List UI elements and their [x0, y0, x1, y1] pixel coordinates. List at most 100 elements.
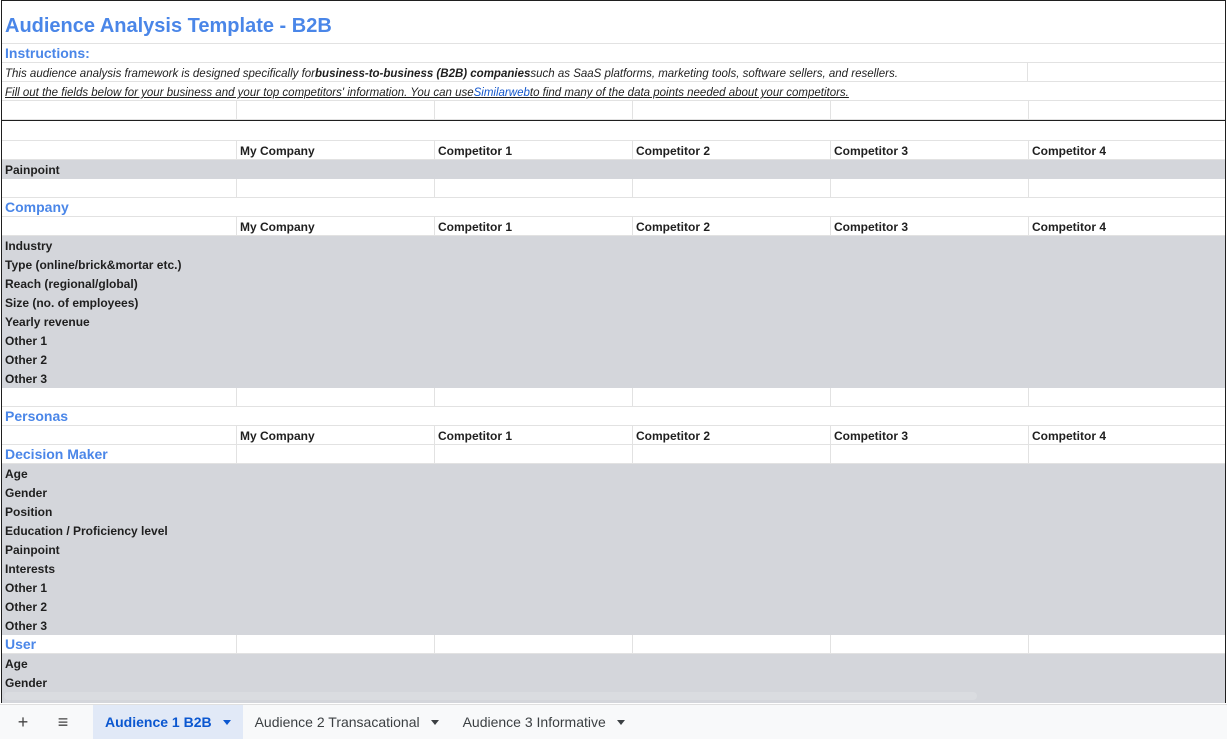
sheet-tab-audience-3[interactable]: Audience 3 Informative: [451, 705, 637, 739]
empty-cell[interactable]: [633, 445, 831, 464]
company-row-label[interactable]: Type (online/brick&mortar etc.): [5, 258, 181, 272]
empty-cell[interactable]: [2, 101, 237, 120]
instructions-line2[interactable]: Fill out the fields below for your busin…: [2, 82, 1225, 101]
empty-cell[interactable]: [1029, 445, 1225, 464]
empty-cell[interactable]: [1029, 635, 1225, 654]
decision-maker-row-label[interactable]: Age: [5, 467, 28, 481]
data-cell[interactable]: [237, 160, 435, 179]
empty-cell[interactable]: [2, 141, 237, 160]
company-section-title[interactable]: Company: [2, 198, 1225, 217]
empty-cell[interactable]: [435, 101, 633, 120]
empty-cell[interactable]: [633, 179, 831, 198]
empty-cell[interactable]: [831, 179, 1029, 198]
chevron-down-icon[interactable]: [222, 719, 231, 725]
header-competitor-4[interactable]: Competitor 4: [1029, 141, 1225, 160]
decision-maker-row-label[interactable]: Painpoint: [5, 543, 60, 557]
instructions-label[interactable]: Instructions:: [2, 44, 1225, 63]
decision-maker-row-label[interactable]: Other 3: [5, 619, 47, 633]
header-my-company[interactable]: My Company: [237, 426, 435, 445]
data-cell[interactable]: [633, 160, 831, 179]
empty-cell[interactable]: [435, 388, 633, 407]
user-row-label[interactable]: Age: [5, 657, 28, 671]
spacer-row: [2, 122, 1225, 141]
instructions-line1[interactable]: This audience analysis framework is desi…: [2, 63, 1028, 82]
header-competitor-2[interactable]: Competitor 2: [633, 426, 831, 445]
empty-cell[interactable]: [2, 179, 237, 198]
decision-maker-row: Decision Maker: [2, 445, 1225, 464]
decision-maker-row-label[interactable]: Position: [5, 505, 52, 519]
personas-section-title[interactable]: Personas: [2, 407, 1225, 426]
decision-maker-row-label[interactable]: Interests: [5, 562, 55, 576]
company-row: Other 3: [2, 369, 1225, 388]
header-my-company[interactable]: My Company: [237, 217, 435, 236]
instructions-line1-pre: This audience analysis framework is desi…: [5, 68, 316, 80]
empty-cell[interactable]: [435, 635, 633, 654]
empty-cell[interactable]: [1029, 179, 1225, 198]
decision-maker-row-label[interactable]: Gender: [5, 486, 47, 500]
sheet-tab-audience-2[interactable]: Audience 2 Transacational: [243, 705, 451, 739]
column-header-row: My Company Competitor 1 Competitor 2 Com…: [2, 426, 1225, 445]
company-row-label[interactable]: Other 2: [5, 353, 47, 367]
decision-maker-title[interactable]: Decision Maker: [2, 445, 237, 464]
empty-cell[interactable]: [831, 101, 1029, 120]
empty-cell[interactable]: [435, 445, 633, 464]
header-competitor-4[interactable]: Competitor 4: [1029, 426, 1225, 445]
header-competitor-4[interactable]: Competitor 4: [1029, 217, 1225, 236]
painpoint-label[interactable]: Painpoint: [2, 160, 237, 179]
empty-cell[interactable]: [1029, 388, 1225, 407]
header-competitor-3[interactable]: Competitor 3: [831, 217, 1029, 236]
empty-cell[interactable]: [435, 179, 633, 198]
company-row-label[interactable]: Industry: [5, 239, 52, 253]
empty-cell[interactable]: [2, 388, 237, 407]
empty-cell[interactable]: [633, 388, 831, 407]
user-row-label[interactable]: Gender: [5, 676, 47, 690]
chevron-down-icon[interactable]: [430, 719, 439, 725]
header-competitor-3[interactable]: Competitor 3: [831, 426, 1029, 445]
empty-cell[interactable]: [2, 217, 237, 236]
empty-cell[interactable]: [633, 635, 831, 654]
decision-maker-row-label[interactable]: Other 2: [5, 600, 47, 614]
sheet-title[interactable]: Audience Analysis Template - B2B: [2, 1, 1225, 44]
data-cell[interactable]: [435, 160, 633, 179]
empty-cell[interactable]: [2, 122, 1225, 141]
horizontal-scrollbar[interactable]: [4, 692, 977, 700]
header-my-company[interactable]: My Company: [237, 141, 435, 160]
header-competitor-1[interactable]: Competitor 1: [435, 217, 633, 236]
company-row-label[interactable]: Reach (regional/global): [5, 277, 138, 291]
empty-cell[interactable]: [237, 101, 435, 120]
similarweb-link[interactable]: Similarweb: [474, 87, 530, 99]
empty-cell[interactable]: [831, 635, 1029, 654]
user-title[interactable]: User: [2, 635, 237, 654]
empty-cell[interactable]: [237, 635, 435, 654]
company-row-label[interactable]: Other 1: [5, 334, 47, 348]
empty-cell[interactable]: [2, 426, 237, 445]
header-competitor-2[interactable]: Competitor 2: [633, 141, 831, 160]
company-row-label[interactable]: Yearly revenue: [5, 315, 90, 329]
data-cell[interactable]: [831, 160, 1029, 179]
header-competitor-1[interactable]: Competitor 1: [435, 141, 633, 160]
header-competitor-1[interactable]: Competitor 1: [435, 426, 633, 445]
data-cell[interactable]: [1029, 160, 1225, 179]
empty-cell[interactable]: [633, 101, 831, 120]
empty-cell[interactable]: [237, 388, 435, 407]
decision-maker-attr-row: Other 1: [2, 578, 1225, 597]
header-competitor-3[interactable]: Competitor 3: [831, 141, 1029, 160]
company-row-label[interactable]: Other 3: [5, 372, 47, 386]
spacer-row: [2, 101, 1225, 121]
sheet-tab-audience-1[interactable]: Audience 1 B2B: [93, 704, 243, 739]
add-sheet-icon[interactable]: +: [7, 706, 39, 738]
all-sheets-icon[interactable]: ≡: [47, 706, 79, 738]
empty-cell[interactable]: [237, 179, 435, 198]
chevron-down-icon[interactable]: [616, 719, 625, 725]
empty-cell[interactable]: [1029, 101, 1225, 120]
empty-cell[interactable]: [237, 445, 435, 464]
spreadsheet-grid[interactable]: Audience Analysis Template - B2B Instruc…: [1, 0, 1226, 703]
company-row-label[interactable]: Size (no. of employees): [5, 296, 138, 310]
empty-cell[interactable]: [1028, 63, 1225, 82]
decision-maker-row-label[interactable]: Education / Proficiency level: [5, 524, 168, 538]
header-competitor-2[interactable]: Competitor 2: [633, 217, 831, 236]
empty-cell[interactable]: [831, 445, 1029, 464]
decision-maker-attr-row: Other 2: [2, 597, 1225, 616]
empty-cell[interactable]: [831, 388, 1029, 407]
decision-maker-row-label[interactable]: Other 1: [5, 581, 47, 595]
